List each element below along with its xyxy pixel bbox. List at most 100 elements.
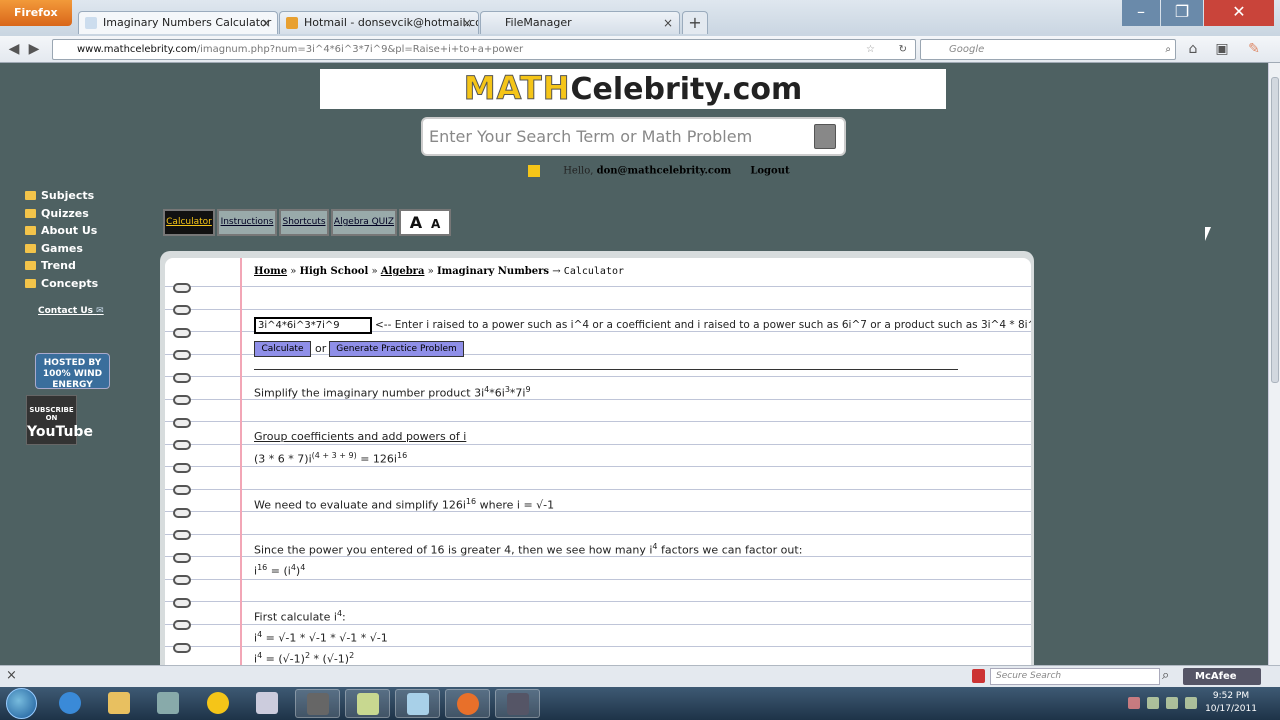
address-bar[interactable]: www.mathcelebrity.com/imagnum.php?num=3i… xyxy=(52,39,916,60)
addon-icon[interactable]: ✎ xyxy=(1244,40,1264,60)
binder-ring-icon xyxy=(173,440,191,450)
number-input[interactable]: 3i^4*6i^3*7i^9 xyxy=(254,317,372,334)
envelope-icon: ✉ xyxy=(96,306,104,316)
recorder-icon xyxy=(307,693,329,715)
site-search-input[interactable]: Enter Your Search Term or Math Problem xyxy=(421,117,846,156)
firefox-icon xyxy=(457,693,479,715)
close-addon-bar-icon[interactable]: × xyxy=(6,668,17,683)
tab-shortcuts[interactable]: Shortcuts xyxy=(279,209,329,236)
firefox-menu-button[interactable]: Firefox xyxy=(0,0,72,26)
sidebar-item-about[interactable]: About Us xyxy=(25,224,98,242)
sidebar-item-games[interactable]: Games xyxy=(25,242,98,260)
taskbar-media[interactable] xyxy=(196,689,241,718)
contact-us-link[interactable]: Contact Us ✉ xyxy=(38,306,104,316)
url-path: /imagnum.php?num=3i^4*6i^3*7i^9&pl=Raise… xyxy=(196,44,524,55)
close-window-icon[interactable]: ✕ xyxy=(1204,0,1274,26)
binder-ring-icon xyxy=(173,418,191,428)
mcafee-badge[interactable]: McAfee xyxy=(1183,668,1261,685)
tab-filemanager[interactable]: FileManager × xyxy=(480,11,680,34)
generate-practice-button[interactable]: Generate Practice Problem xyxy=(329,341,464,357)
user-email-link[interactable]: don@mathcelebrity.com xyxy=(597,166,732,177)
calculator-icon[interactable] xyxy=(814,124,836,149)
breadcrumb-high-school[interactable]: High School xyxy=(300,266,369,277)
wind-energy-badge[interactable]: HOSTED BY 100% WIND ENERGY xyxy=(35,353,110,390)
network-icon[interactable] xyxy=(1166,697,1178,709)
browser-titlebar: Firefox Imaginary Numbers Calculator × H… xyxy=(0,0,1280,36)
web-search-input[interactable]: Google ⌕ xyxy=(920,39,1176,60)
bookmark-star-icon[interactable]: ☆ xyxy=(866,40,875,59)
tab-calculator[interactable]: Calculator xyxy=(163,209,215,236)
mouse-cursor-icon xyxy=(1205,227,1211,241)
sidebar-item-trend[interactable]: Trend xyxy=(25,259,98,277)
reload-icon[interactable]: ↻ xyxy=(899,40,907,59)
or-label: or xyxy=(315,342,327,355)
paper-rule xyxy=(165,646,1031,647)
tab-imaginary-calculator[interactable]: Imaginary Numbers Calculator × xyxy=(78,11,278,34)
font-larger-icon[interactable]: A xyxy=(410,213,422,232)
secure-search-input[interactable]: Secure Search xyxy=(990,668,1160,685)
binder-ring-icon xyxy=(173,283,191,293)
sidebar-item-concepts[interactable]: Concepts xyxy=(25,277,98,295)
breadcrumb-imaginary[interactable]: Imaginary Numbers xyxy=(437,266,549,277)
taskbar-app[interactable] xyxy=(245,689,290,718)
taskbar-recorder[interactable] xyxy=(295,689,340,718)
youtube-subscribe-badge[interactable]: SUBSCRIBE ON YouTube xyxy=(26,395,93,445)
mathcelebrity-favicon-icon xyxy=(85,17,97,29)
tab-algebra-quiz[interactable]: Algebra QUIZ xyxy=(331,209,397,236)
tray-icon[interactable] xyxy=(1147,697,1159,709)
home-icon[interactable]: ⌂ xyxy=(1183,40,1203,60)
terminal-icon xyxy=(507,693,529,715)
close-tab-icon[interactable]: × xyxy=(261,12,271,34)
search-icon[interactable]: ⌕ xyxy=(1165,40,1171,59)
logo-math: MATH xyxy=(463,69,571,108)
paper-rule xyxy=(165,601,1031,602)
binder-ring-icon xyxy=(173,508,191,518)
vertical-scrollbar[interactable] xyxy=(1268,63,1280,665)
downloads-icon[interactable]: ▣ xyxy=(1212,40,1232,60)
breadcrumb-separator: » xyxy=(290,266,297,277)
font-size-toggle[interactable]: A A xyxy=(399,209,451,236)
taskbar-firefox[interactable] xyxy=(445,689,490,718)
user-greeting: Hello, don@mathcelebrity.com Logout xyxy=(528,165,790,177)
paper-rule xyxy=(165,489,1031,490)
contact-label: Contact Us xyxy=(38,306,94,316)
taskbar-notes[interactable] xyxy=(345,689,390,718)
font-smaller-icon[interactable]: A xyxy=(431,217,440,231)
start-button-icon[interactable] xyxy=(6,688,37,719)
breadcrumb-algebra-link[interactable]: Algebra xyxy=(381,266,425,277)
i4-squared: i4 = (√-1)2 * (√-1)2 xyxy=(254,651,355,665)
sidebar-item-subjects[interactable]: Subjects xyxy=(25,189,98,207)
taskbar-doc[interactable] xyxy=(395,689,440,718)
notebook-paper: Home » High School » Algebra » Imaginary… xyxy=(165,258,1031,665)
web-page: MATHCelebrity.com Enter Your Search Term… xyxy=(0,63,1268,665)
wind-line1: HOSTED BY xyxy=(43,358,102,368)
close-tab-icon[interactable]: × xyxy=(462,12,472,34)
breadcrumb-home-link[interactable]: Home xyxy=(254,266,287,277)
forward-arrow-icon[interactable]: ▶ xyxy=(24,40,44,60)
calculate-button[interactable]: Calculate xyxy=(254,341,311,357)
logout-link[interactable]: Logout xyxy=(750,166,789,177)
paper-rule xyxy=(165,534,1031,535)
search-icon[interactable]: ⌕ xyxy=(1162,668,1169,683)
tab-hotmail[interactable]: Hotmail - donsevcik@hotmail.com - ... × xyxy=(279,11,479,34)
ie-icon xyxy=(59,692,81,714)
back-arrow-icon[interactable]: ◀ xyxy=(4,40,24,60)
taskbar-tools[interactable] xyxy=(146,689,191,718)
maximize-icon[interactable]: ❐ xyxy=(1161,0,1203,26)
breadcrumb-separator: » xyxy=(371,266,378,277)
minimize-icon[interactable]: – xyxy=(1122,0,1160,26)
close-tab-icon[interactable]: × xyxy=(663,12,673,34)
taskbar-explorer[interactable] xyxy=(97,689,142,718)
mcafee-shield-icon[interactable] xyxy=(972,669,985,683)
system-clock[interactable]: 9:52 PM 10/17/2011 xyxy=(1198,690,1264,716)
scrollbar-thumb[interactable] xyxy=(1271,77,1279,383)
tray-icon[interactable] xyxy=(1128,697,1140,709)
i4-expansion: i4 = √-1 * √-1 * √-1 * √-1 xyxy=(254,630,388,645)
tab-instructions[interactable]: Instructions xyxy=(217,209,277,236)
sidebar-item-quizzes[interactable]: Quizzes xyxy=(25,207,98,225)
taskbar-ie[interactable] xyxy=(48,689,93,718)
new-tab-button[interactable]: + xyxy=(682,11,708,34)
site-logo[interactable]: MATHCelebrity.com xyxy=(320,69,946,109)
volume-icon[interactable] xyxy=(1185,697,1197,709)
taskbar-terminal[interactable] xyxy=(495,689,540,718)
